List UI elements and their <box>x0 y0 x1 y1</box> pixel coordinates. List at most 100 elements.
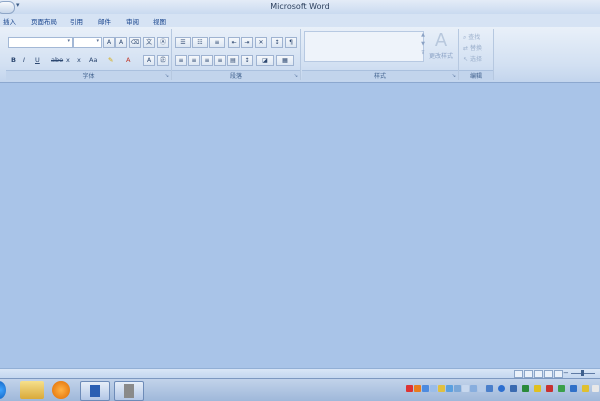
select-icon: ↖ <box>463 56 469 63</box>
distributed-icon[interactable]: ▤ <box>227 55 239 66</box>
change-styles-button[interactable]: A 更改样式 <box>426 30 456 61</box>
bullets-icon[interactable]: ☰ <box>175 37 191 48</box>
line-spacing-icon[interactable]: ↕ <box>241 55 253 66</box>
tray-icon[interactable] <box>558 385 565 392</box>
replace-icon: ⇄ <box>463 45 469 52</box>
media-player-icon[interactable] <box>52 381 70 399</box>
zoom-slider-thumb[interactable] <box>581 370 584 376</box>
decrease-indent-icon[interactable]: ⇤ <box>228 37 240 48</box>
font-group: ▾ ▾ A A ⌫ 文 Ⓐ B I U abe x x Aa ✎ A A ㊣ 字… <box>6 29 172 80</box>
tab-review[interactable]: 审阅 <box>126 16 139 26</box>
align-center-icon[interactable]: ≡ <box>188 55 200 66</box>
help-icon[interactable] <box>498 385 505 392</box>
change-case-button[interactable]: Aa <box>89 56 97 64</box>
font-size-box[interactable]: ▾ <box>73 37 102 48</box>
tray-icon[interactable] <box>570 385 577 392</box>
ribbon-tabs: 插入 页面布局 引用 邮件 审阅 视图 <box>0 14 600 27</box>
tray-icon[interactable] <box>592 385 599 392</box>
tray-icon[interactable] <box>510 385 517 392</box>
title-bar: ▾ Microsoft Word <box>0 0 600 15</box>
tray-icon[interactable] <box>582 385 589 392</box>
select-label: 选择 <box>469 56 482 63</box>
tray-icon[interactable] <box>546 385 553 392</box>
dialog-launcher-icon[interactable]: ↘ <box>452 73 456 79</box>
window-title: Microsoft Word <box>270 2 330 11</box>
change-styles-icon: A <box>434 30 448 51</box>
align-right-icon[interactable]: ≡ <box>201 55 213 66</box>
change-styles-label: 更改样式 <box>428 53 453 60</box>
print-layout-icon[interactable] <box>514 370 523 378</box>
dialog-launcher-icon[interactable]: ↘ <box>165 73 169 79</box>
replace-label: 替换 <box>469 45 482 52</box>
styles-group-label: 样式 <box>302 70 458 80</box>
ie-icon[interactable] <box>0 381 6 399</box>
shrink-font-button[interactable]: A <box>115 37 127 48</box>
tray-icon[interactable] <box>414 385 421 392</box>
font-color-button[interactable]: A <box>126 56 130 64</box>
strikethrough-button[interactable]: abe <box>51 56 63 64</box>
font-name-box[interactable]: ▾ <box>8 37 73 48</box>
warning-icon[interactable] <box>534 385 541 392</box>
shading-icon[interactable]: ◪ <box>256 55 274 66</box>
subscript-button[interactable]: x <box>66 56 70 64</box>
web-layout-icon[interactable] <box>534 370 543 378</box>
tray-icon[interactable] <box>406 385 413 392</box>
tab-mailings[interactable]: 邮件 <box>98 16 111 26</box>
superscript-button[interactable]: x <box>77 56 81 64</box>
tray-icon[interactable] <box>470 385 477 392</box>
dialog-launcher-icon[interactable]: ↘ <box>294 73 298 79</box>
app-task-button[interactable] <box>114 381 144 401</box>
borders-icon[interactable]: ▦ <box>276 55 294 66</box>
tray-icon[interactable] <box>446 385 453 392</box>
folder-icon[interactable] <box>20 381 44 399</box>
tab-insert[interactable]: 插入 <box>3 16 16 26</box>
highlight-icon[interactable]: ✎ <box>108 56 113 64</box>
styles-gallery[interactable] <box>304 31 424 62</box>
zoom-out-icon[interactable]: − <box>563 369 569 377</box>
chevron-down-icon[interactable]: ▾ <box>96 38 99 44</box>
grow-font-button[interactable]: A <box>103 37 115 48</box>
find-label: 查找 <box>468 34 481 41</box>
tray-icon[interactable] <box>522 385 529 392</box>
tray-icon[interactable] <box>454 385 461 392</box>
document-area[interactable] <box>0 83 600 368</box>
phonetic-guide-icon[interactable]: 文 <box>143 37 155 48</box>
tray-icon[interactable] <box>438 385 445 392</box>
multilevel-list-icon[interactable]: ≡ <box>209 37 225 48</box>
increase-indent-icon[interactable]: ⇥ <box>241 37 253 48</box>
sort-icon[interactable]: ↕ <box>271 37 283 48</box>
full-screen-icon[interactable] <box>524 370 533 378</box>
ribbon: ▾ ▾ A A ⌫ 文 Ⓐ B I U abe x x Aa ✎ A A ㊣ 字… <box>0 27 600 83</box>
tray-icon[interactable] <box>430 385 437 392</box>
char-border-icon[interactable]: Ⓐ <box>157 37 169 48</box>
justify-icon[interactable]: ≡ <box>214 55 226 66</box>
select-button[interactable]: ↖ 选择 <box>463 54 482 63</box>
tray-icon[interactable] <box>422 385 429 392</box>
clear-format-icon[interactable]: ⌫ <box>129 37 141 48</box>
replace-button[interactable]: ⇄ 替换 <box>463 43 482 52</box>
binoculars-icon: ⌕ <box>463 34 467 41</box>
bold-button[interactable]: B <box>11 56 16 64</box>
align-left-icon[interactable]: ≡ <box>175 55 187 66</box>
tab-page-layout[interactable]: 页面布局 <box>31 16 57 26</box>
tab-references[interactable]: 引用 <box>70 16 83 26</box>
outline-icon[interactable] <box>544 370 553 378</box>
tray-icon[interactable] <box>486 385 493 392</box>
find-button[interactable]: ⌕ 查找 <box>463 32 480 42</box>
chevron-down-icon[interactable]: ▾ <box>67 38 70 44</box>
show-marks-icon[interactable]: ¶ <box>285 37 297 48</box>
app-icon <box>124 384 134 398</box>
tray-icon[interactable] <box>478 385 485 392</box>
enclose-char-icon[interactable]: ㊣ <box>157 55 169 66</box>
numbering-icon[interactable]: ☷ <box>192 37 208 48</box>
tab-view[interactable]: 视图 <box>153 16 166 26</box>
chinese-layout-icon[interactable]: ✕ <box>255 37 267 48</box>
char-shading-button[interactable]: A <box>143 55 155 66</box>
editing-group: ⌕ 查找 ⇄ 替换 ↖ 选择 编辑 <box>459 29 494 80</box>
styles-group: ▲ ▼ ⊽ A 更改样式 样式 ↘ <box>302 29 459 80</box>
tray-icon[interactable] <box>462 385 469 392</box>
italic-button[interactable]: I <box>23 56 25 64</box>
underline-button[interactable]: U <box>35 56 40 64</box>
draft-icon[interactable] <box>554 370 563 378</box>
word-task-button[interactable] <box>80 381 110 401</box>
